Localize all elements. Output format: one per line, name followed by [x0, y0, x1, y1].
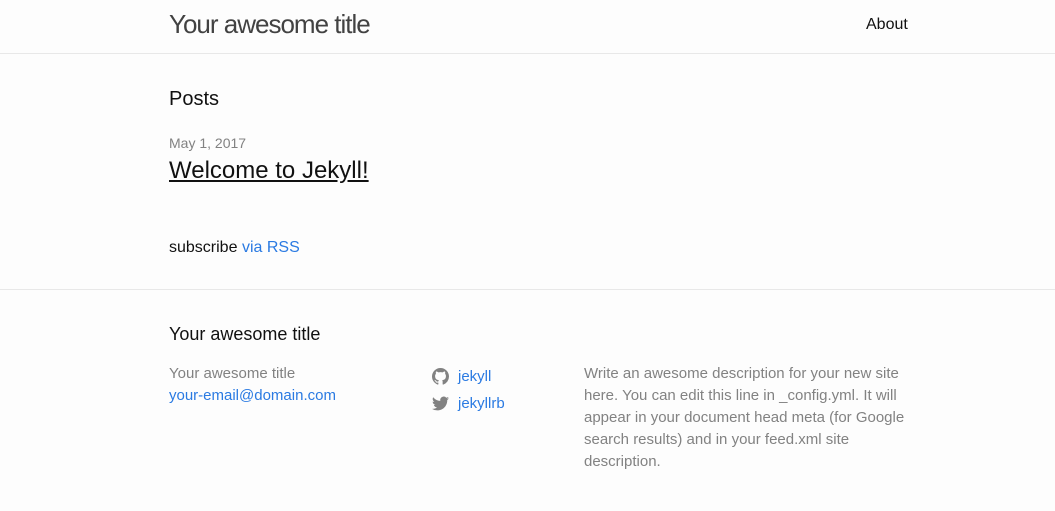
site-footer: Your awesome title Your awesome title yo… — [0, 289, 1055, 511]
github-icon — [432, 368, 449, 385]
footer-email-link[interactable]: your-email@domain.com — [169, 385, 336, 407]
page-heading: Posts — [169, 88, 220, 110]
footer-description: Write an awesome description for your ne… — [584, 365, 905, 470]
twitter-icon — [432, 396, 449, 411]
rss-prefix: subscribe — [169, 239, 238, 256]
post-title-link[interactable]: Welcome to Jekyll! — [169, 157, 369, 185]
twitter-link[interactable]: jekyllrb — [432, 390, 505, 417]
footer-contact-name: Your awesome title — [169, 365, 296, 382]
footer-heading: Your awesome title — [169, 324, 321, 344]
github-link[interactable]: jekyll — [432, 363, 505, 390]
github-username: jekyll — [458, 368, 492, 385]
rss-link[interactable]: via RSS — [242, 239, 300, 256]
site-header: Your awesome title About — [0, 0, 1055, 54]
twitter-username: jekyllrb — [458, 395, 505, 412]
nav-link-about[interactable]: About — [866, 16, 908, 34]
rss-subscribe: subscribe via RSS — [169, 239, 300, 257]
post-date: May 1, 2017 — [169, 135, 247, 151]
footer-social: jekyll jekyllrb — [432, 363, 505, 417]
site-title-link[interactable]: Your awesome title — [169, 9, 371, 40]
footer-contact: Your awesome title your-email@domain.com — [169, 363, 336, 407]
